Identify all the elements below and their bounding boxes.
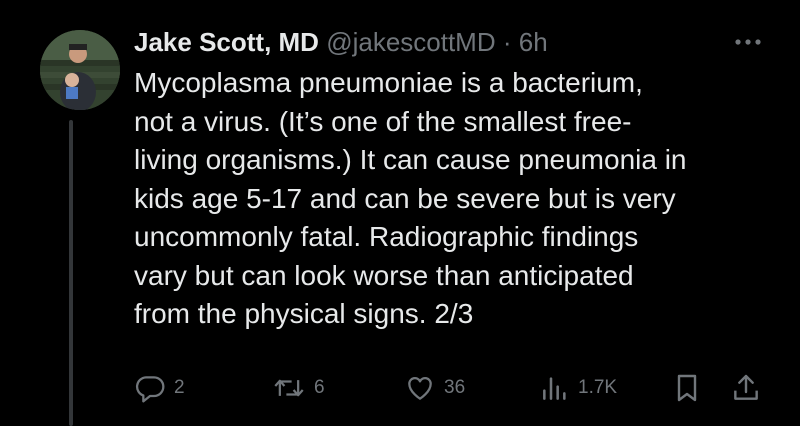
tweet-line: uncommonly fatal. Radiographic findings <box>134 221 639 252</box>
timestamp[interactable]: 6h <box>519 27 548 57</box>
author-handle[interactable]: @jakescottMD <box>326 27 495 57</box>
views-icon <box>540 372 570 404</box>
tweet-text: Mycoplasma pneumoniae is a bacterium, no… <box>134 64 774 334</box>
bookmark-button[interactable] <box>672 372 702 404</box>
view-count: 1.7K <box>578 377 618 398</box>
views-button[interactable]: 1.7K <box>540 372 617 404</box>
bookmark-icon <box>672 372 702 404</box>
heart-icon <box>404 372 436 404</box>
reply-button[interactable]: 2 <box>134 372 185 404</box>
retweet-icon <box>272 372 306 404</box>
more-icon[interactable] <box>734 32 762 52</box>
tweet-line: Mycoplasma pneumoniae is a bacterium, <box>134 67 643 98</box>
share-icon <box>730 372 762 404</box>
retweet-button[interactable]: 6 <box>272 372 325 404</box>
author-name[interactable]: Jake Scott, MD <box>134 27 319 57</box>
like-button[interactable]: 36 <box>404 372 465 404</box>
tweet-line: kids age 5-17 and can be severe but is v… <box>134 182 676 214</box>
reply-icon <box>134 372 166 404</box>
share-button[interactable] <box>730 372 762 404</box>
separator-dot: · <box>502 27 512 57</box>
avatar-photo <box>40 30 120 110</box>
avatar[interactable] <box>40 30 120 110</box>
tweet-line: not a virus. (It’s one of the smallest f… <box>134 105 632 137</box>
retweet-count: 6 <box>314 377 325 398</box>
tweet-line: living organisms.) It can cause pneumoni… <box>134 144 687 175</box>
action-bar: 2 6 36 1.7K <box>0 368 800 408</box>
like-count: 36 <box>444 377 466 398</box>
reply-count: 2 <box>174 377 185 398</box>
tweet-line: from the physical signs. 2/3 <box>134 298 474 329</box>
tweet-line: vary but can look worse than anticipated <box>134 259 634 291</box>
tweet-header: Jake Scott, MD @jakescottMD · 6h <box>134 24 548 60</box>
